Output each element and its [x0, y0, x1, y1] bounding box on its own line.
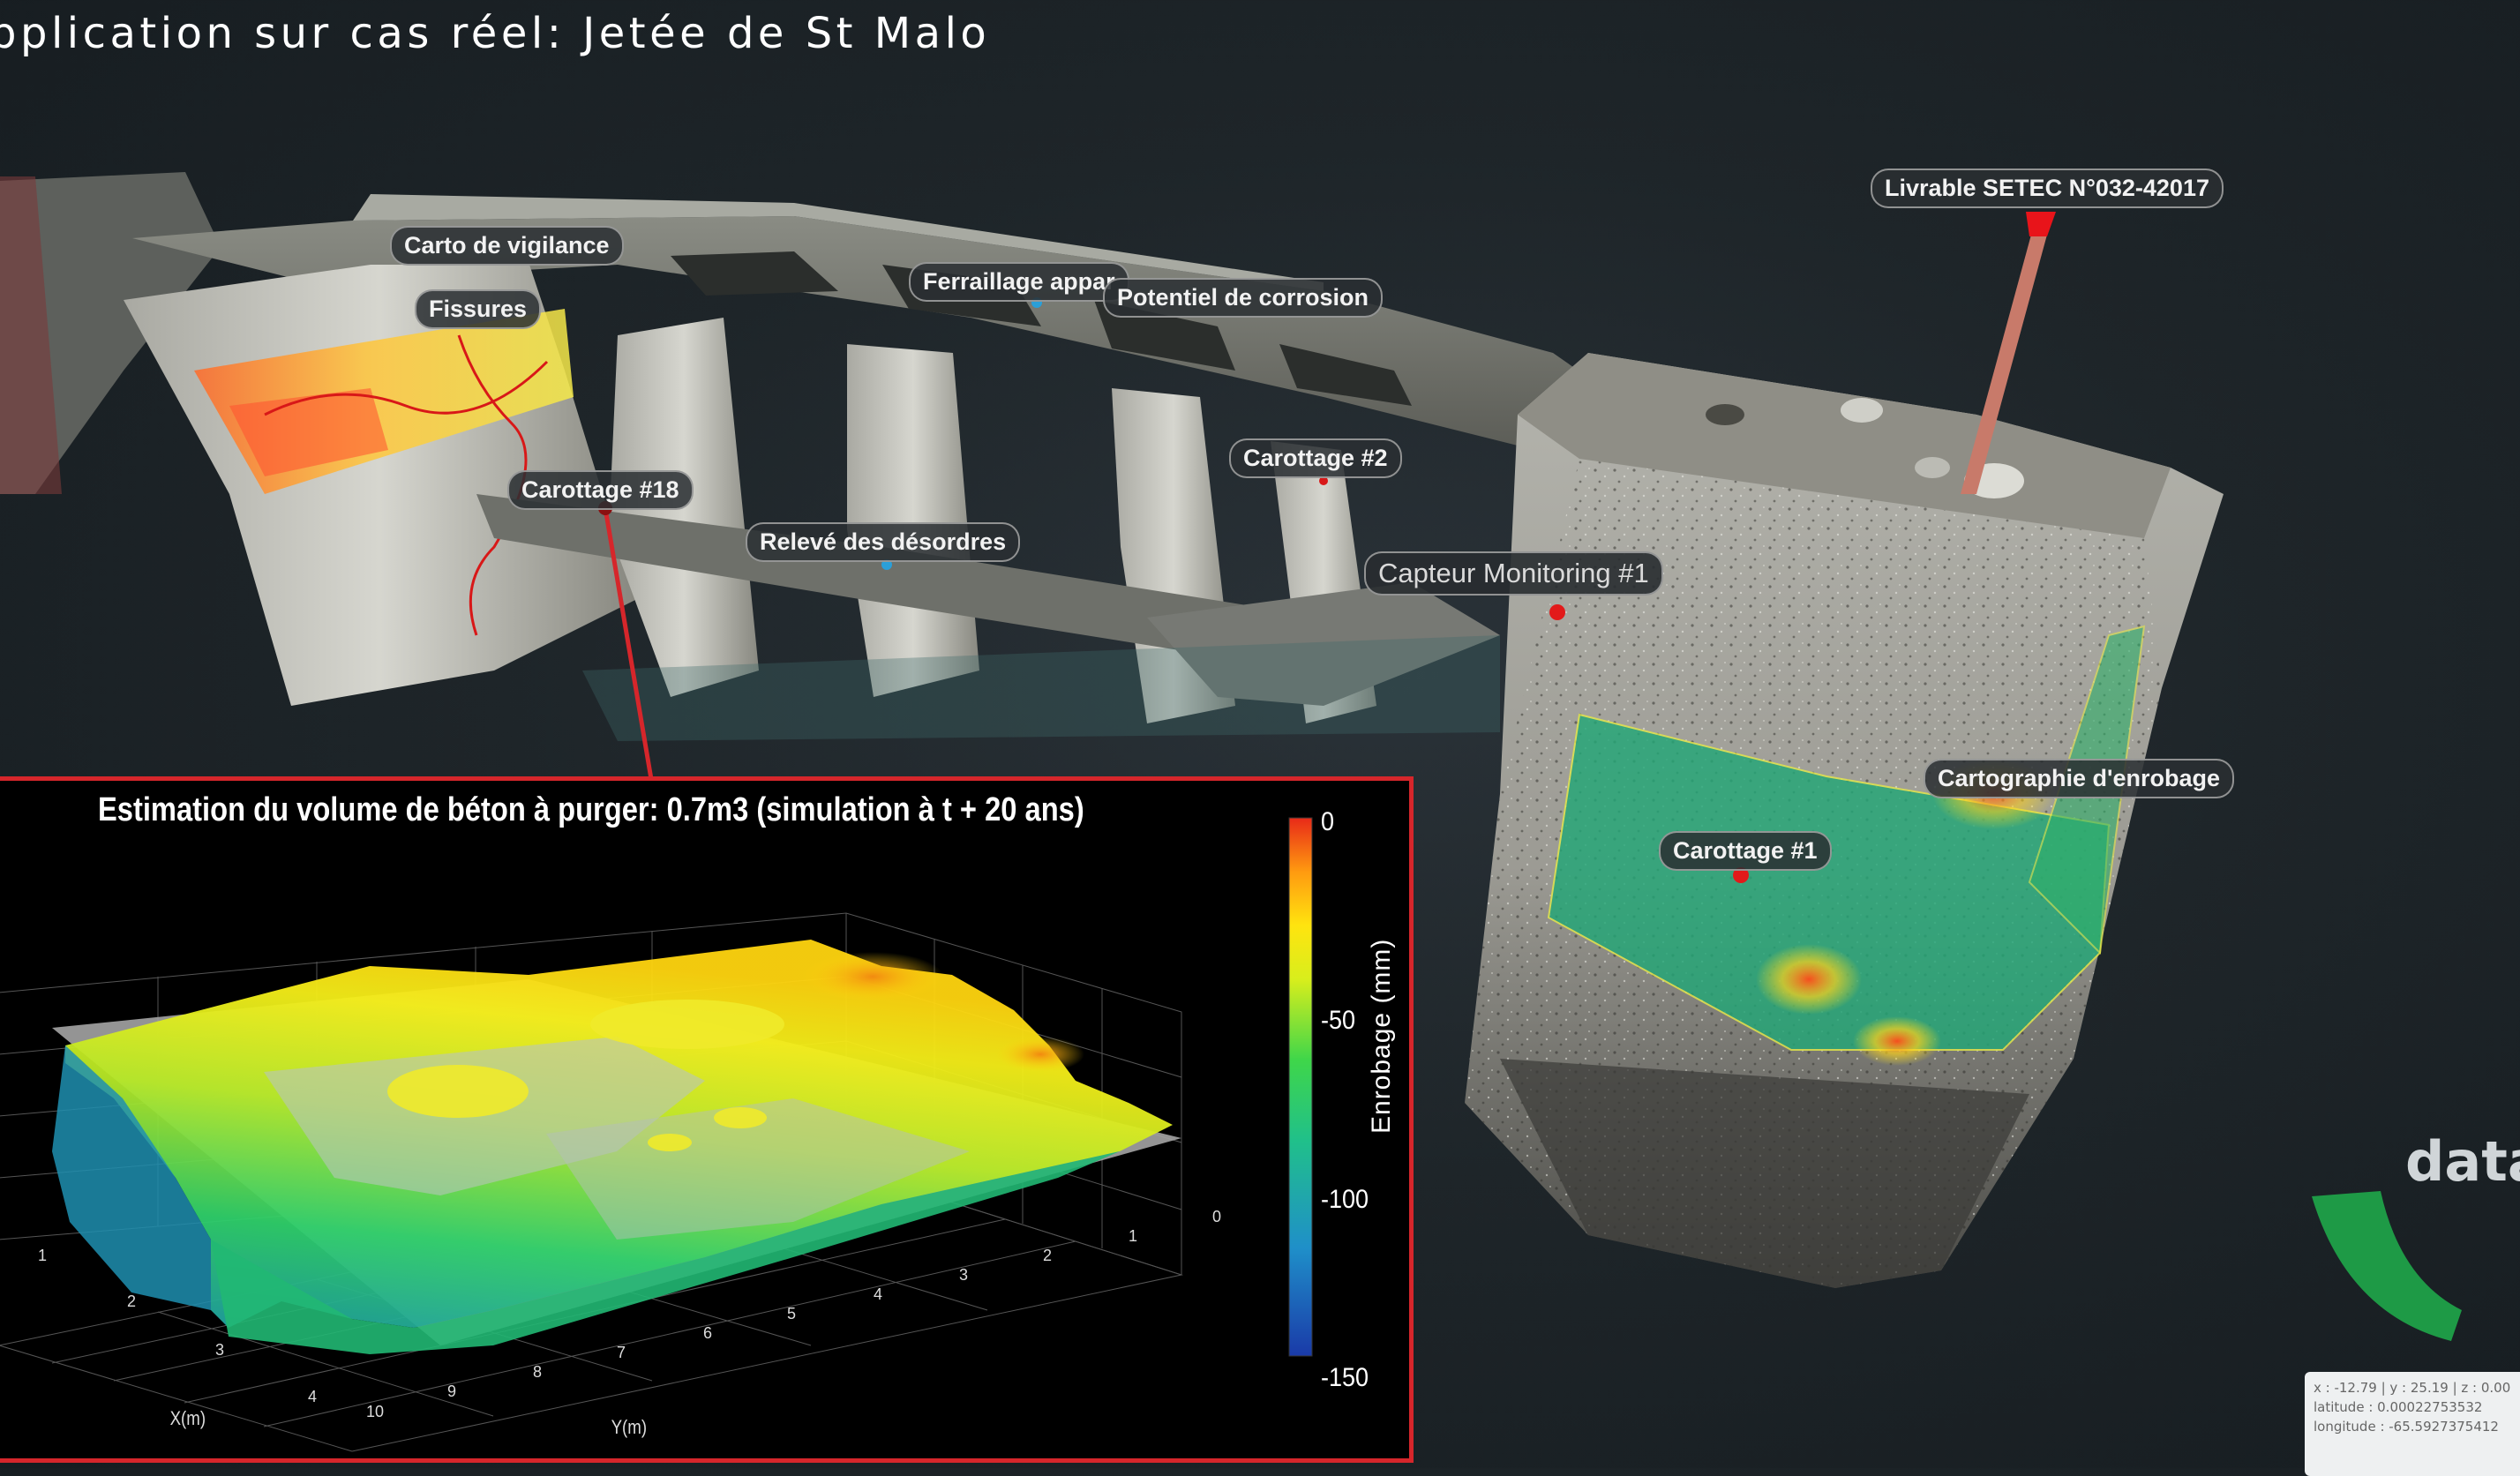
- x-tick: 3: [215, 1341, 225, 1359]
- coords-line: x : -12.79 | y : 25.19 | z : 0.00: [2314, 1380, 2511, 1396]
- colorbar-tick: -150: [1321, 1363, 1369, 1392]
- colorbar: [1288, 817, 1313, 1357]
- tag-releve-desordres[interactable]: Relevé des désordres: [746, 522, 1021, 563]
- colorbar-tick: -50: [1321, 1006, 1356, 1035]
- surface-plot: [0, 817, 1313, 1452]
- y-tick: 8: [533, 1363, 543, 1381]
- tag-ferraillage[interactable]: Ferraillage appar: [909, 262, 1129, 303]
- coords-longitude: longitude : -65.5927375412: [2314, 1418, 2499, 1435]
- x-tick: 2: [127, 1292, 137, 1310]
- tag-livrable[interactable]: Livrable SETEC N°032-42017: [1871, 169, 2224, 209]
- inset-surface-plot: Estimation du volume de béton à purger: …: [0, 776, 1414, 1463]
- tag-potentiel-corrosion[interactable]: Potentiel de corrosion: [1103, 278, 1384, 318]
- tag-carottage-18[interactable]: Carottage #18: [507, 470, 694, 511]
- y-axis-label: Y(m): [611, 1416, 648, 1438]
- y-tick: 5: [787, 1305, 797, 1322]
- colorbar-tick: -100: [1321, 1185, 1369, 1214]
- y-tick: 3: [959, 1266, 969, 1284]
- colorbar-label: Enrobage (mm): [1367, 938, 1396, 1134]
- y-tick: 2: [1043, 1247, 1053, 1264]
- colorbar-tick: 0: [1321, 807, 1335, 836]
- y-tick: 7: [617, 1344, 626, 1361]
- y-tick: 6: [703, 1324, 713, 1342]
- x-tick: 1: [38, 1247, 48, 1264]
- tag-carottage-1[interactable]: Carottage #1: [1659, 831, 1832, 872]
- tag-fissures[interactable]: Fissures: [415, 289, 542, 330]
- y-tick: 0: [1212, 1208, 1222, 1225]
- x-tick: 4: [308, 1388, 318, 1405]
- y-tick: 10: [366, 1403, 385, 1420]
- y-tick: 9: [447, 1382, 457, 1400]
- brand-arc-icon: [2312, 1191, 2462, 1341]
- y-tick: 1: [1129, 1227, 1138, 1245]
- coords-latitude: latitude : 0.00022753532: [2314, 1398, 2483, 1415]
- tag-capteur-monitoring[interactable]: Capteur Monitoring #1: [1364, 551, 1663, 596]
- tag-cartographie-enrobage[interactable]: Cartographie d'enrobage: [1924, 759, 2234, 799]
- x-axis-label: X(m): [169, 1407, 206, 1429]
- y-tick: 4: [874, 1285, 883, 1303]
- page-title: pplication sur cas réel: Jetée de St Mal…: [0, 9, 991, 58]
- tag-carto-vigilance[interactable]: Carto de vigilance: [390, 226, 624, 266]
- tag-carottage-2[interactable]: Carottage #2: [1229, 438, 1402, 479]
- coordinates-readout: x : -12.79 | y : 25.19 | z : 0.00 latitu…: [2305, 1372, 2520, 1476]
